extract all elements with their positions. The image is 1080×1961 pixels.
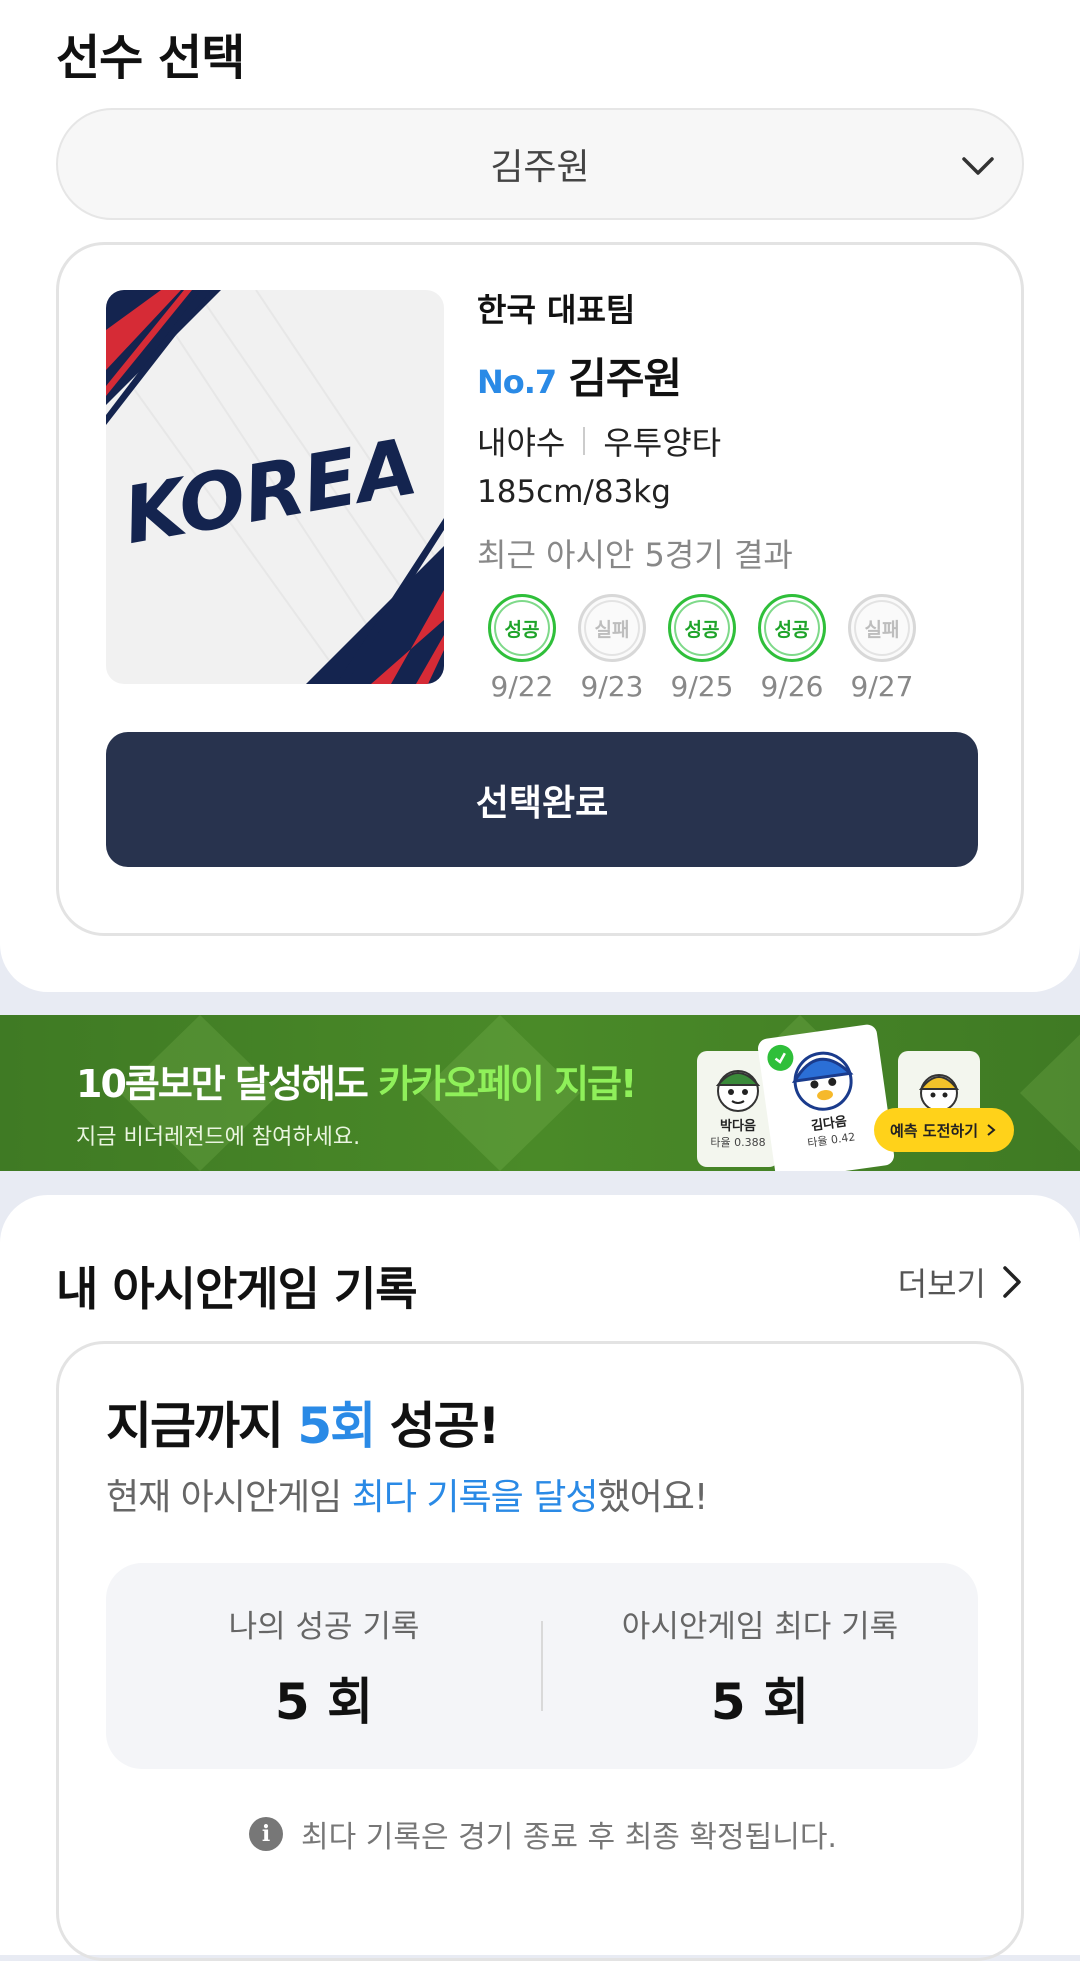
player-number: No.7 <box>477 363 557 401</box>
result-item: 실패 9/27 <box>837 594 927 703</box>
character-avatar-icon <box>715 1070 761 1112</box>
headline-suffix: 성공! <box>374 1397 501 1455</box>
stat-label: 나의 성공 기록 <box>228 1609 420 1645</box>
banner-headline-highlight: 카카오페이 지급! <box>378 1062 637 1106</box>
predict-challenge-button[interactable]: 예측 도전하기 <box>874 1108 1014 1152</box>
more-link-label: 더보기 <box>897 1265 986 1303</box>
player-position: 내야수 <box>477 424 566 462</box>
banner-card-name: 박다음 <box>720 1119 756 1134</box>
subtitle-prefix: 현재 아시안게임 <box>106 1477 352 1518</box>
banner-subtitle: 지금 비더레전드에 참여하세요. <box>76 1125 361 1150</box>
result-item: 성공 9/25 <box>657 594 747 703</box>
result-badge: 실패 <box>578 594 646 662</box>
record-card: 지금까지 5회 성공! 현재 아시안게임 최다 기록을 달성했어요! 나의 성공… <box>56 1341 1024 1961</box>
banner-headline: 10콤보만 달성해도 카카오페이 지급! <box>76 1053 637 1108</box>
player-dropdown[interactable]: 김주원 <box>56 108 1024 220</box>
record-section: 내 아시안게임 기록 더보기 지금까지 5회 성공! 현재 아시안게임 최다 기… <box>0 1195 1080 1961</box>
result-date: 9/25 <box>670 670 734 703</box>
chevron-right-icon <box>987 1124 996 1136</box>
result-date: 9/22 <box>490 670 554 703</box>
record-subtitle: 현재 아시안게임 최다 기록을 달성했어요! <box>106 1468 708 1520</box>
player-batting: 우투양타 <box>603 424 722 462</box>
banner-headline-text: 10콤보만 달성해도 <box>76 1062 379 1106</box>
result-badge: 성공 <box>488 594 556 662</box>
chevron-down-icon <box>962 157 994 175</box>
record-section-title: 내 아시안게임 기록 <box>56 1262 418 1316</box>
player-body-info: 185cm/83kg <box>477 474 671 510</box>
predict-button-label: 예측 도전하기 <box>889 1121 979 1140</box>
result-item: 성공 9/26 <box>747 594 837 703</box>
notice-text: 최다 기록은 경기 종료 후 최종 확정됩니다. <box>301 1820 837 1855</box>
stats-box: 나의 성공 기록 5 회 아시안게임 최다 기록 5 회 <box>106 1563 978 1769</box>
more-link[interactable]: 더보기 <box>898 1259 1024 1305</box>
recent-results-title: 최근 아시안 5경기 결과 <box>477 536 793 574</box>
recent-results-list: 성공 9/22 실패 9/23 성공 9/25 성공 9/26 실패 9/27 <box>477 594 927 703</box>
stat-value: 5 회 <box>710 1673 810 1731</box>
team-name: 한국 대표팀 <box>477 291 636 329</box>
banner-card-avg: 타율 0.388 <box>710 1136 766 1149</box>
max-record-stat: 아시안게임 최다 기록 5 회 <box>542 1601 978 1734</box>
result-item: 실패 9/23 <box>567 594 657 703</box>
player-name: 김주원 <box>568 354 682 403</box>
chevron-right-icon <box>1003 1266 1021 1298</box>
info-icon: i <box>249 1817 284 1851</box>
team-logo-image: KOREA <box>106 290 444 684</box>
record-notice: i 최다 기록은 경기 종료 후 최종 확정됩니다. <box>59 1812 1027 1856</box>
selected-player-name: 김주원 <box>490 147 590 188</box>
subtitle-suffix: 했어요! <box>597 1477 708 1518</box>
character-avatar-icon <box>791 1051 854 1111</box>
banner-player-card-featured: 김다음 타율 0.42 <box>756 1023 896 1171</box>
result-badge: 성공 <box>758 594 826 662</box>
result-item: 성공 9/22 <box>477 594 567 703</box>
result-date: 9/23 <box>580 670 644 703</box>
result-badge: 성공 <box>668 594 736 662</box>
section-title: 선수 선택 <box>56 30 245 86</box>
result-date: 9/27 <box>850 670 914 703</box>
subtitle-highlight: 최다 기록을 달성 <box>351 1477 599 1518</box>
confirm-selection-button[interactable]: 선택완료 <box>106 732 978 867</box>
my-record-stat: 나의 성공 기록 5 회 <box>106 1601 542 1734</box>
headline-prefix: 지금까지 <box>106 1397 298 1455</box>
divider <box>583 427 586 455</box>
result-date: 9/26 <box>760 670 824 703</box>
player-card: KOREA 한국 대표팀 No.7 김주원 내야수 우투양타 185cm/83k… <box>56 242 1024 936</box>
player-select-section: 선수 선택 김주원 KOREA 한국 대표팀 No.7 김주원 내야수 우투양타… <box>0 0 1080 992</box>
stat-label: 아시안게임 최다 기록 <box>621 1609 899 1645</box>
record-headline: 지금까지 5회 성공! <box>106 1386 501 1458</box>
stat-value: 5 회 <box>274 1673 374 1731</box>
player-info: 한국 대표팀 No.7 김주원 내야수 우투양타 185cm/83kg 최근 아… <box>477 285 927 703</box>
success-count: 5회 <box>297 1397 376 1455</box>
result-badge: 실패 <box>848 594 916 662</box>
